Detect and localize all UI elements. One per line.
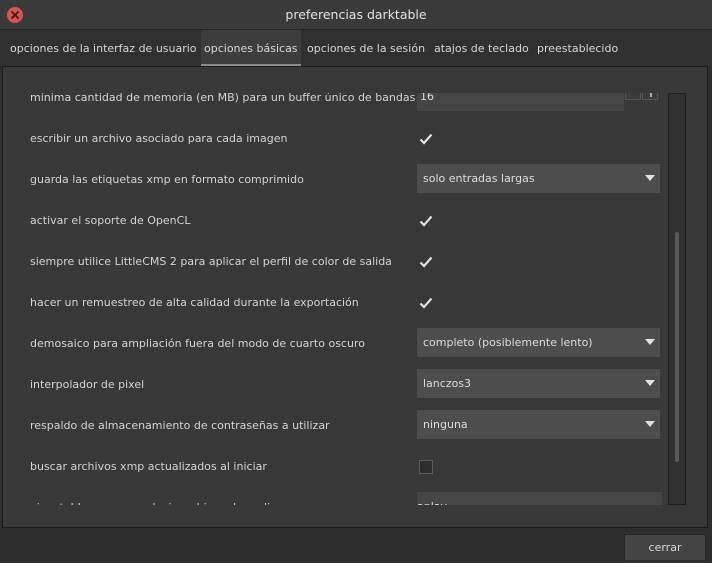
increment-button[interactable] xyxy=(642,93,658,100)
setting-label: interpolador de pixel xyxy=(30,378,145,391)
setting-label: escribir un archivo asociado para cada i… xyxy=(30,132,288,145)
checkmark-icon xyxy=(419,133,433,145)
setting-row-password: respaldo de almacenamiento de contraseña… xyxy=(30,405,662,446)
checkmark-icon xyxy=(419,297,433,309)
setting-row-audio: ejecutable para reproducir archivos de a… xyxy=(30,487,662,505)
xmp-search-checkbox[interactable] xyxy=(419,460,433,474)
close-button[interactable]: cerrar xyxy=(624,534,706,561)
setting-label: activar el soporte de OpenCL xyxy=(30,214,191,227)
hq-resample-checkbox[interactable] xyxy=(419,296,433,310)
scrollbar-thumb[interactable] xyxy=(675,232,679,462)
setting-label: hacer un remuestreo de alta calidad dura… xyxy=(30,296,359,309)
dropdown-arrow-icon xyxy=(645,380,655,386)
dropdown-arrow-icon xyxy=(645,175,655,181)
dropdown-value: ninguna xyxy=(423,418,468,431)
plus-icon xyxy=(650,93,652,97)
memory-spin-input[interactable]: 16 xyxy=(417,93,624,111)
audio-player-input[interactable]: aplay xyxy=(417,492,662,505)
dropdown-value: lanczos3 xyxy=(423,377,472,390)
checkmark-icon xyxy=(419,256,433,268)
sidecar-checkbox[interactable] xyxy=(419,132,433,146)
dropdown-arrow-icon xyxy=(645,421,655,427)
checkmark-icon xyxy=(419,215,433,227)
vertical-scrollbar[interactable] xyxy=(668,93,686,505)
tab-opciones-basicas[interactable]: opciones básicas xyxy=(201,30,301,66)
setting-row-memory: mínima cantidad de memoria (en MB) para … xyxy=(30,93,662,118)
window-title: preferencias darktable xyxy=(285,7,427,22)
title-bar: preferencias darktable xyxy=(0,0,712,30)
setting-label: guarda las etiquetas xmp en formato comp… xyxy=(30,173,304,186)
settings-list: mínima cantidad de memoria (en MB) para … xyxy=(30,93,662,505)
setting-row-littlecms: siempre utilice LittleCMS 2 para aplicar… xyxy=(30,241,662,282)
setting-row-sidecar: escribir un archivo asociado para cada i… xyxy=(30,118,662,159)
setting-row-opencl: activar el soporte de OpenCL xyxy=(30,200,662,241)
tab-interfaz-usuario[interactable]: opciones de la interfaz de usuario xyxy=(10,30,197,66)
demosaic-dropdown[interactable]: completo (posiblemente lento) xyxy=(417,328,660,357)
setting-label: mínima cantidad de memoria (en MB) para … xyxy=(30,93,416,104)
setting-label: demosaico para ampliación fuera del modo… xyxy=(30,337,365,350)
dropdown-arrow-icon xyxy=(645,339,655,345)
settings-panel: mínima cantidad de memoria (en MB) para … xyxy=(2,66,708,528)
memory-value: 16 xyxy=(420,93,434,103)
setting-label: siempre utilice LittleCMS 2 para aplicar… xyxy=(30,255,392,268)
minus-icon xyxy=(628,93,640,98)
setting-row-interpolator: interpolador de pixel lanczos3 xyxy=(30,364,662,405)
xmp-compress-dropdown[interactable]: solo entradas largas xyxy=(417,164,660,193)
decrement-button[interactable] xyxy=(625,93,641,100)
tab-preestablecido[interactable]: preestablecido xyxy=(537,30,618,66)
interpolator-dropdown[interactable]: lanczos3 xyxy=(417,369,660,398)
dropdown-value: solo entradas largas xyxy=(423,172,535,185)
setting-row-hq-resample: hacer un remuestreo de alta calidad dura… xyxy=(30,282,662,323)
tab-atajos-teclado[interactable]: atajos de teclado xyxy=(434,30,529,66)
audio-player-value: aplay xyxy=(417,492,447,505)
opencl-checkbox[interactable] xyxy=(419,214,433,228)
setting-label: buscar archivos xmp actualizados al inic… xyxy=(30,460,267,473)
setting-row-xmp-compress: guarda las etiquetas xmp en formato comp… xyxy=(30,159,662,200)
dialog-footer: cerrar xyxy=(0,528,712,563)
tab-opciones-sesion[interactable]: opciones de la sesión xyxy=(307,30,425,66)
tab-bar: opciones de la interfaz de usuario opcio… xyxy=(0,30,712,66)
setting-row-demosaic: demosaico para ampliación fuera del modo… xyxy=(30,323,662,364)
littlecms-checkbox[interactable] xyxy=(419,255,433,269)
setting-row-xmp-search: buscar archivos xmp actualizados al inic… xyxy=(30,446,662,487)
dropdown-value: completo (posiblemente lento) xyxy=(423,336,593,349)
password-backend-dropdown[interactable]: ninguna xyxy=(417,410,660,439)
setting-label: respaldo de almacenamiento de contraseña… xyxy=(30,419,330,432)
setting-label: ejecutable para reproducir archivos de a… xyxy=(30,487,277,505)
